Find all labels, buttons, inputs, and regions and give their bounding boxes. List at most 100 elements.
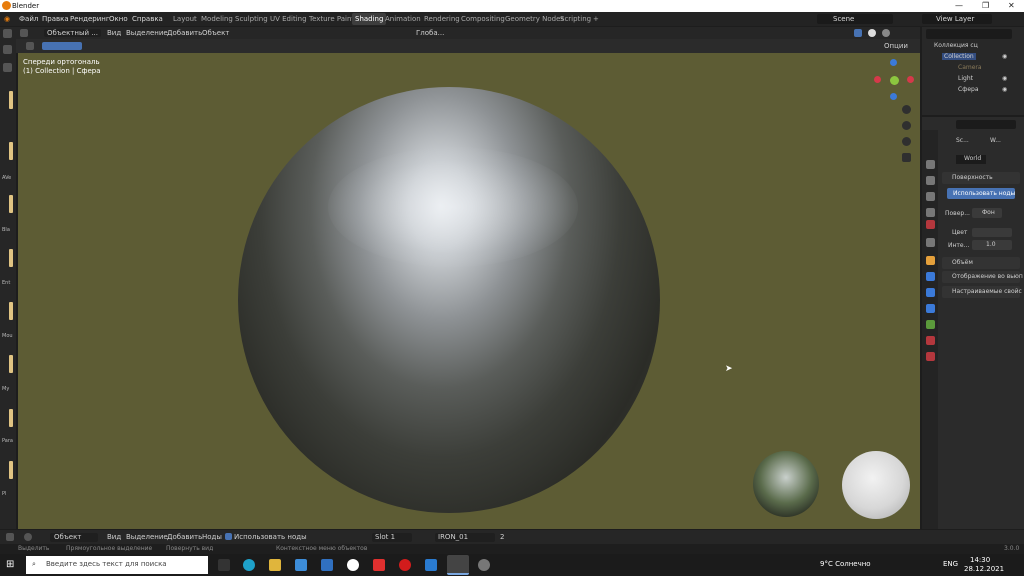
data-tab-icon[interactable] [926,320,935,329]
menu-window[interactable]: Окно [109,15,128,23]
volume-panel-header[interactable]: Объём [942,257,1020,269]
world-name-field[interactable]: World [956,155,986,164]
close-button[interactable]: ✕ [1008,1,1015,10]
color-field[interactable] [972,228,1012,237]
tab-geometry-nodes[interactable]: Geometry Nodes [505,15,564,23]
shader-menu-select[interactable]: Выделение [126,533,168,541]
opera-icon[interactable] [399,559,411,571]
texture-tab-icon[interactable] [926,352,935,361]
viewport-display-panel-header[interactable]: Отображение во вьюп [942,271,1023,283]
tab-scripting[interactable]: Scripting [560,15,591,23]
menu-view[interactable]: Вид [107,29,121,37]
editor-type-icon[interactable] [20,29,28,37]
properties-search-input[interactable] [956,120,1016,129]
material-slot-selector[interactable]: Slot 1 [372,533,412,542]
outliner-item-camera[interactable]: Camera [958,64,982,71]
yandex-icon[interactable] [373,559,385,571]
menu-render[interactable]: Рендеринг [70,15,110,23]
outliner-root[interactable]: Коллекция сц [934,42,978,49]
tool-tab-icon[interactable] [926,160,935,169]
physics-tab-icon[interactable] [926,304,935,313]
store-icon[interactable] [295,559,307,571]
ortho-grid-icon[interactable] [902,153,911,162]
select-mode-icon[interactable] [26,42,34,50]
shading-solid-icon[interactable] [854,29,862,37]
camera-view-icon[interactable] [902,137,911,146]
view-layer-selector[interactable]: View Layer [922,14,992,24]
clock-date[interactable]: 28.12.2021 [964,565,1004,573]
visibility-eye-icon[interactable]: ◉ [1002,75,1007,82]
blender-taskbar-icon[interactable] [447,555,469,575]
maximize-button[interactable]: ❐ [982,1,989,10]
search-icon[interactable] [3,63,12,72]
clock-time[interactable]: 14:30 [970,556,990,564]
use-nodes-checkbox[interactable] [225,533,232,540]
visibility-eye-icon[interactable]: ◉ [1002,53,1007,60]
surface-panel-header[interactable]: Поверхность [942,172,1020,184]
gizmo-z-neg-icon[interactable] [890,93,897,100]
shader-menu-add[interactable]: Добавить [167,533,202,541]
output-tab-icon[interactable] [926,192,935,201]
add-workspace-button[interactable]: + [593,15,599,23]
taskbar-search-input[interactable]: ⌕ Введите здесь текст для поиска [26,556,208,574]
tab-texture-paint[interactable]: Texture Paint [309,15,354,23]
object-tab-icon[interactable] [926,256,935,265]
custom-properties-panel-header[interactable]: Настраиваемые свойс [942,286,1022,298]
collection-tab-icon[interactable] [926,238,935,247]
app-taskbar-icon[interactable] [478,559,490,571]
file-explorer-icon[interactable] [269,559,281,571]
outliner-collection[interactable]: Collection [942,53,976,60]
use-nodes-button[interactable]: Использовать ноды [947,188,1015,199]
render-tab-icon[interactable] [926,176,935,185]
material-tab-icon[interactable] [926,336,935,345]
3d-viewport[interactable]: Спереди ортогональ (1) Collection | Сфер… [18,53,920,529]
selection-mode-buttons[interactable] [42,42,82,50]
sphere-object[interactable] [238,87,660,513]
tab-sculpting[interactable]: Sculpting [235,15,268,23]
mode-selector[interactable]: Объектный ... [44,29,101,37]
tab-animation[interactable]: Animation [385,15,421,23]
windows-start-icon[interactable]: ⊞ [6,559,18,571]
menu-edit[interactable]: Правка [42,15,69,23]
photos-icon[interactable] [425,559,437,571]
menu-add[interactable]: Добавить [167,29,202,37]
world-tab-icon[interactable] [926,220,935,229]
tab-shading[interactable]: Shading [352,13,387,25]
mail-icon[interactable] [321,559,333,571]
edge-browser-icon[interactable] [243,559,255,571]
minimize-button[interactable]: — [955,1,963,10]
view-layer-tab-icon[interactable] [926,208,935,217]
visibility-eye-icon[interactable]: ◉ [1002,86,1007,93]
surface-shader-selector[interactable]: Фон [972,208,1002,218]
menu-help[interactable]: Справка [132,15,163,23]
select-tool-icon[interactable] [3,45,12,54]
gizmo-z-axis-icon[interactable] [890,59,897,66]
outliner-item-light[interactable]: Light [958,75,973,82]
yandex-browser-icon[interactable] [347,559,359,571]
menu-select[interactable]: Выделение [126,29,168,37]
blender-menu-icon[interactable]: ◉ [4,15,10,23]
gizmo-y-axis-icon[interactable] [890,76,899,85]
shading-rendered-icon[interactable] [882,29,890,37]
tab-rendering[interactable]: Rendering [424,15,460,23]
scene-selector[interactable]: Scene [817,14,893,24]
particles-tab-icon[interactable] [926,288,935,297]
shader-menu-view[interactable]: Вид [107,533,121,541]
weather-widget[interactable]: 9°C Солнечно [820,560,871,568]
menu-object[interactable]: Объект [202,29,229,37]
pan-hand-icon[interactable] [902,121,911,130]
tab-compositing[interactable]: Compositing [461,15,505,23]
modifier-tab-icon[interactable] [926,272,935,281]
zoom-icon[interactable] [902,105,911,114]
language-indicator[interactable]: ENG [943,560,958,568]
tab-layout[interactable]: Layout [173,15,197,23]
editor-type-icon[interactable] [3,29,12,38]
shading-material-icon[interactable] [868,29,876,37]
task-view-icon[interactable] [218,559,230,571]
object-type-icon[interactable] [24,533,32,541]
material-users-count[interactable]: 2 [500,533,504,541]
shader-menu-nodes[interactable]: Ноды [202,533,222,541]
options-button[interactable]: Опции [884,42,908,50]
strength-field[interactable]: 1.0 [972,240,1012,250]
shader-type-selector[interactable]: Объект [50,533,98,542]
